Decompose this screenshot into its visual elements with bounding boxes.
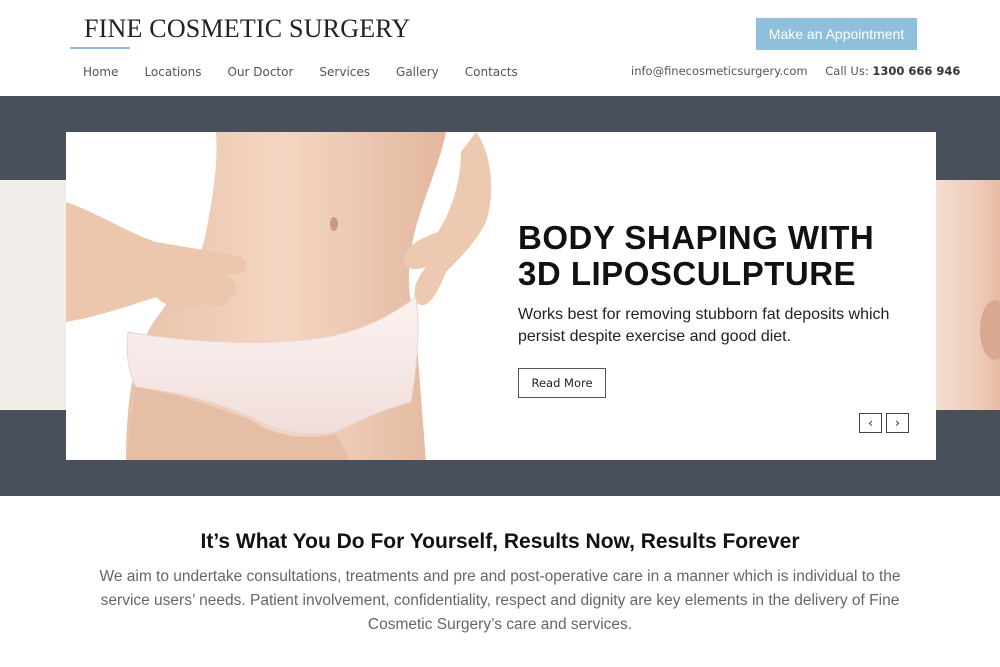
intro-heading: It’s What You Do For Yourself, Results N… [200, 530, 800, 553]
call-label: Call Us: [825, 64, 869, 78]
nav-item-gallery[interactable]: Gallery [396, 65, 439, 79]
nav-item-home[interactable]: Home [83, 65, 118, 79]
woman-torso-image [66, 132, 506, 460]
logo-underline [70, 47, 130, 49]
slide-title: BODY SHAPING WITH 3D LIPOSCULPTURE [518, 219, 875, 292]
carousel-controls: ‹ › [859, 413, 909, 433]
read-more-button[interactable]: Read More [518, 368, 606, 398]
contact-line: info@finecosmeticsurgery.com Call Us: 13… [631, 64, 960, 78]
next-slide-button[interactable]: › [886, 413, 909, 433]
nav-item-contacts[interactable]: Contacts [465, 65, 518, 79]
make-appointment-button[interactable]: Make an Appointment [756, 18, 917, 50]
slide-description: Works best for removing stubborn fat dep… [518, 306, 890, 345]
site-header: FINE COSMETIC SURGERY Home Locations Our… [0, 0, 1000, 96]
phone-link[interactable]: 1300 666 946 [872, 64, 960, 78]
hero-carousel: BODY SHAPING WITH 3D LIPOSCULPTURE Works… [0, 96, 1000, 496]
next-slide-peek [936, 180, 1000, 410]
face-image-fragment [980, 300, 1000, 360]
nav-item-our-doctor[interactable]: Our Doctor [227, 65, 293, 79]
intro-paragraph: We aim to undertake consultations, treat… [99, 568, 901, 633]
hero-slide: BODY SHAPING WITH 3D LIPOSCULPTURE Works… [66, 132, 936, 460]
site-logo[interactable]: FINE COSMETIC SURGERY [84, 14, 410, 44]
email-link[interactable]: info@finecosmeticsurgery.com [631, 64, 808, 78]
prev-slide-button[interactable]: ‹ [859, 413, 882, 433]
nav-item-services[interactable]: Services [319, 65, 370, 79]
main-nav: Home Locations Our Doctor Services Galle… [83, 65, 544, 79]
nav-item-locations[interactable]: Locations [144, 65, 201, 79]
